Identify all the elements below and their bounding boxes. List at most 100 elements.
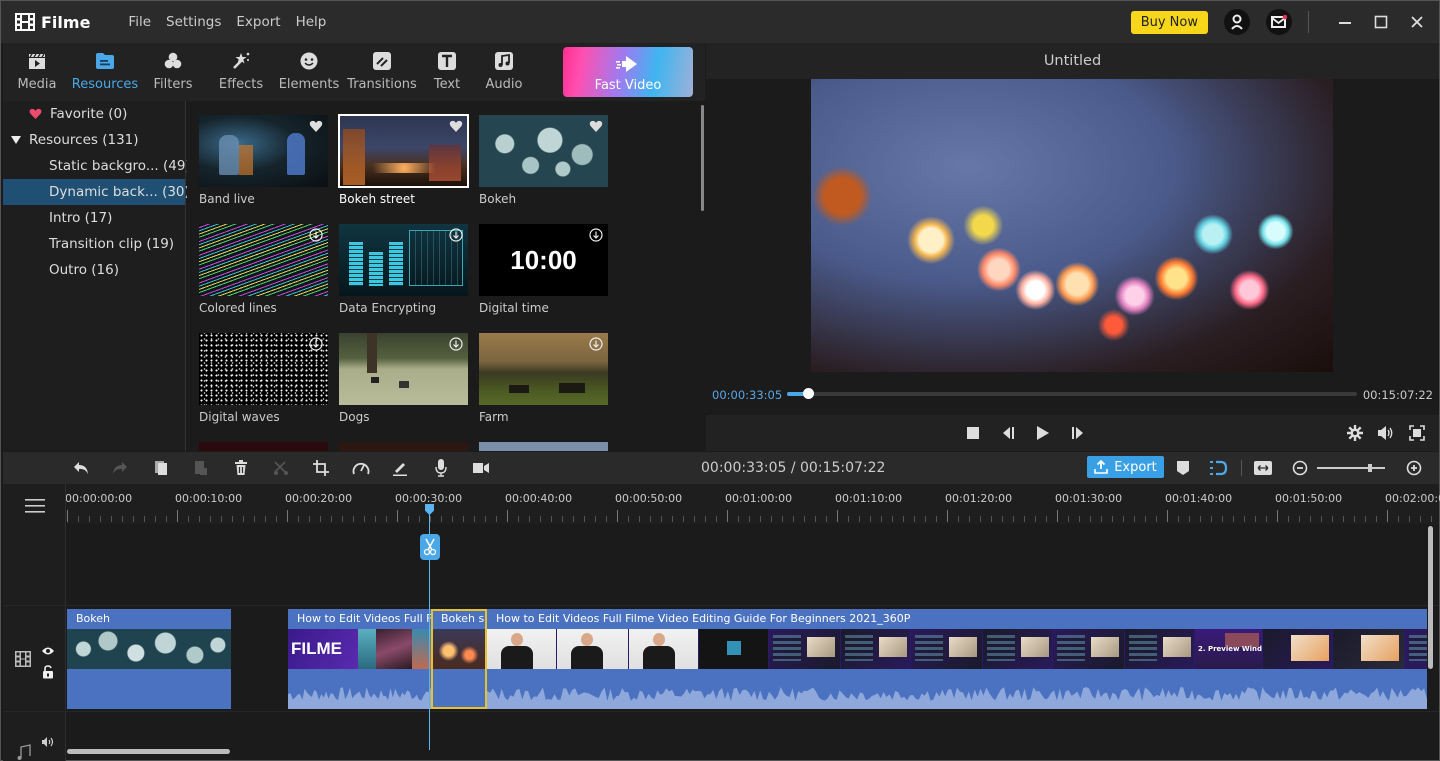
undo-button[interactable] <box>71 458 91 478</box>
buy-now-button[interactable]: Buy Now <box>1130 10 1208 34</box>
audio-track-volume-toggle[interactable] <box>41 733 55 752</box>
progress-knob[interactable] <box>802 388 814 399</box>
tree-item-outro[interactable]: Outro (16) <box>3 257 185 283</box>
minimize-button[interactable] <box>1327 15 1363 29</box>
resource-card-digital-time[interactable]: 10:00 Digital time <box>479 224 608 315</box>
resource-card-farm[interactable]: Farm <box>479 333 608 424</box>
zoom-slider-track[interactable] <box>1317 467 1385 469</box>
tab-elements[interactable]: Elements <box>275 43 343 101</box>
resource-card-bokeh-street[interactable]: Bokeh street <box>338 114 469 206</box>
thumbnail[interactable] <box>479 333 608 405</box>
resource-grid-scrollbar[interactable] <box>701 105 704 211</box>
preview-video[interactable] <box>811 79 1333 372</box>
thumbnail-partial[interactable] <box>339 442 468 451</box>
menu-settings[interactable]: Settings <box>166 14 221 30</box>
split-button[interactable] <box>271 458 291 478</box>
resource-card-digital-waves[interactable]: Digital waves <box>199 333 328 424</box>
resource-card-dogs[interactable]: Dogs <box>339 333 468 424</box>
zoom-slider-knob[interactable] <box>1368 464 1373 472</box>
menu-help[interactable]: Help <box>296 14 327 30</box>
download-icon[interactable] <box>589 337 603 351</box>
track-lock-toggle[interactable] <box>42 664 54 683</box>
snap-button[interactable] <box>1208 458 1228 478</box>
tab-resources[interactable]: Resources <box>71 43 139 101</box>
previous-frame-button[interactable] <box>999 424 1017 442</box>
resource-card-bokeh[interactable]: Bokeh <box>479 115 608 206</box>
timeline-clip-how-to-edit-full[interactable]: How to Edit Videos Full Filme Video Edit… <box>487 609 1427 709</box>
tree-item-favorite[interactable]: Favorite (0) <box>3 101 185 127</box>
paste-button[interactable] <box>191 458 211 478</box>
fit-timeline-button[interactable] <box>1253 458 1273 478</box>
speed-button[interactable] <box>351 458 371 478</box>
stop-button[interactable] <box>964 424 982 442</box>
crop-button[interactable] <box>311 458 331 478</box>
redo-button[interactable] <box>110 458 130 478</box>
tab-text[interactable]: Text <box>421 43 473 101</box>
timeline-ruler[interactable]: 00:00:00:00 00:00:10:00 00:00:20:00 00:00:3… <box>3 484 1440 524</box>
copy-button[interactable] <box>151 458 171 478</box>
transition-icon <box>372 51 392 71</box>
account-button[interactable] <box>1224 9 1250 35</box>
tree-item-intro[interactable]: Intro (17) <box>3 205 185 231</box>
delete-button[interactable] <box>231 458 251 478</box>
timeline-vertical-scrollbar[interactable] <box>1428 526 1433 669</box>
fast-video-button[interactable]: Fast Video <box>563 47 693 97</box>
download-icon[interactable] <box>309 337 323 351</box>
tab-audio[interactable]: Audio <box>473 43 535 101</box>
thumbnail[interactable] <box>199 115 328 187</box>
timeline-menu-button[interactable] <box>25 498 45 517</box>
edit-button[interactable] <box>390 458 410 478</box>
thumbnail[interactable] <box>199 224 328 296</box>
thumbnail[interactable]: 10:00 <box>479 224 608 296</box>
favorite-heart-icon[interactable] <box>449 119 463 133</box>
download-icon[interactable] <box>449 337 463 351</box>
favorite-heart-icon[interactable] <box>589 119 603 133</box>
thumbnail-partial[interactable] <box>199 442 328 451</box>
resource-card-colored-lines[interactable]: Colored lines <box>199 224 328 315</box>
timeline-horizontal-scrollbar[interactable] <box>67 749 230 754</box>
marker-button[interactable] <box>1173 458 1193 478</box>
export-button[interactable]: Export <box>1087 456 1164 478</box>
tree-item-dynamic-backgrounds[interactable]: Dynamic back... (30) <box>3 179 190 205</box>
download-icon[interactable] <box>589 228 603 242</box>
thumbnail[interactable] <box>338 114 469 188</box>
tree-item-static-backgrounds[interactable]: Static backgro... (49) <box>3 153 191 179</box>
close-button[interactable] <box>1399 15 1435 29</box>
tree-item-resources[interactable]: Resources (131) <box>3 127 185 153</box>
expand-triangle-icon[interactable] <box>11 136 21 144</box>
resource-card-data-encrypting[interactable]: Data Encrypting <box>339 224 468 315</box>
volume-button[interactable] <box>1377 424 1395 442</box>
timeline-clip-bokeh[interactable]: Bokeh <box>67 609 231 709</box>
record-video-button[interactable] <box>471 458 491 478</box>
ruler-tick <box>870 516 871 522</box>
tab-media[interactable]: Media <box>3 43 71 101</box>
tree-item-transition-clip[interactable]: Transition clip (19) <box>3 231 185 257</box>
zoom-in-button[interactable] <box>1404 458 1424 478</box>
resource-card-band-live[interactable]: Band live <box>199 115 328 206</box>
tab-transitions[interactable]: Transitions <box>343 43 421 101</box>
track-visibility-toggle[interactable] <box>41 641 55 660</box>
menu-file[interactable]: File <box>128 14 151 30</box>
playback-progress-slider[interactable] <box>787 388 1357 399</box>
thumbnail[interactable] <box>339 333 468 405</box>
tab-effects[interactable]: Effects <box>207 43 275 101</box>
split-at-playhead-button[interactable] <box>420 534 440 560</box>
messages-button[interactable] <box>1266 9 1292 35</box>
thumbnail[interactable] <box>339 224 468 296</box>
maximize-button[interactable] <box>1363 15 1399 29</box>
next-frame-button[interactable] <box>1069 424 1087 442</box>
settings-button[interactable] <box>1346 424 1364 442</box>
fullscreen-button[interactable] <box>1408 424 1426 442</box>
download-icon[interactable] <box>449 228 463 242</box>
record-audio-button[interactable] <box>431 458 451 478</box>
play-button[interactable] <box>1034 424 1052 442</box>
thumbnail-partial[interactable] <box>479 442 608 451</box>
favorite-heart-icon[interactable] <box>309 119 323 133</box>
menu-export[interactable]: Export <box>236 14 280 30</box>
tab-filters[interactable]: Filters <box>139 43 207 101</box>
timeline-clip-how-to-edit-part1[interactable]: How to Edit Videos Full F... FILME <box>288 609 431 709</box>
zoom-out-button[interactable] <box>1290 458 1310 478</box>
timeline-clip-bokeh-street[interactable]: Bokeh s... <box>431 609 487 709</box>
download-icon[interactable] <box>309 228 323 242</box>
thumbnail[interactable] <box>479 115 608 187</box>
